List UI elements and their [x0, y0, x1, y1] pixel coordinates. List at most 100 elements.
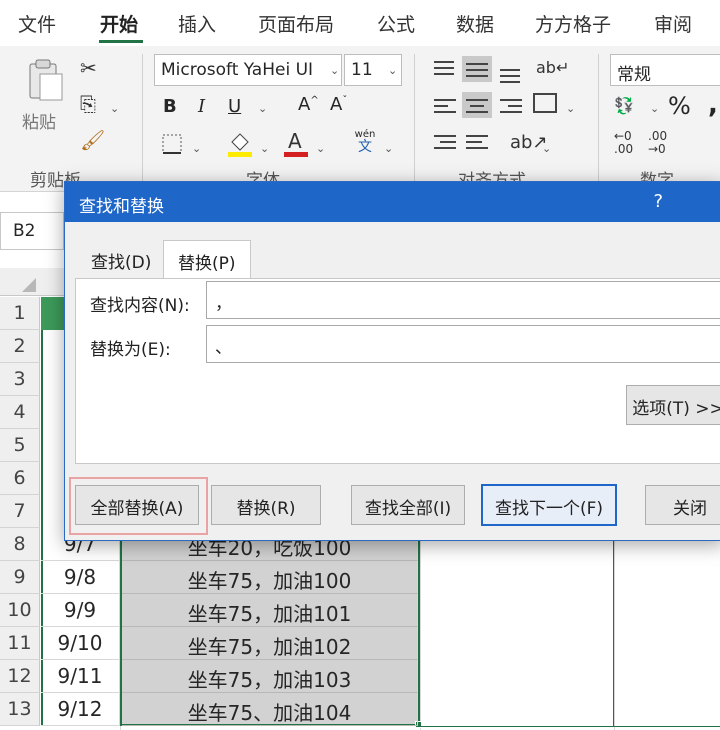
- underline-button[interactable]: U: [228, 96, 241, 117]
- cell-note[interactable]: 坐车75，加油100: [122, 561, 418, 594]
- tab-review[interactable]: 审阅: [654, 10, 692, 37]
- replace-label: 替换为(E):: [90, 340, 171, 360]
- tab-replace[interactable]: 替换(P): [163, 240, 251, 280]
- close-label: 关闭: [673, 499, 707, 519]
- find-label: 查找内容(N):: [90, 296, 190, 316]
- underline-dropdown-icon[interactable]: ⌄: [258, 102, 267, 115]
- cell-note[interactable]: 坐车75，加油102: [122, 627, 418, 660]
- wrap-text-icon[interactable]: ab↵: [536, 58, 569, 77]
- svg-text:A: A: [288, 129, 302, 153]
- active-tab-indicator: [99, 40, 143, 43]
- row-header[interactable]: 1: [0, 297, 40, 330]
- replace-all-button[interactable]: 全部替换(A): [75, 485, 199, 525]
- fill-color-icon[interactable]: [226, 128, 254, 158]
- font-name-select[interactable]: Microsoft YaHei UI: [154, 54, 342, 86]
- replace-input[interactable]: 、: [206, 325, 720, 363]
- options-button-label: 选项(T) >>: [632, 399, 720, 419]
- replace-panel: 查找内容(N): ， 替换为(E): 、 选项(T) >>: [75, 278, 720, 464]
- find-input[interactable]: ，: [206, 281, 720, 319]
- row-header[interactable]: 13: [0, 693, 40, 726]
- options-button[interactable]: 选项(T) >>: [626, 385, 720, 425]
- row-header[interactable]: 10: [0, 594, 40, 627]
- increase-font-icon[interactable]: A^: [298, 94, 319, 115]
- decrease-font-icon[interactable]: Aˇ: [330, 94, 347, 115]
- increase-decimal-icon[interactable]: ←0.00: [614, 129, 633, 156]
- tab-insert[interactable]: 插入: [178, 10, 216, 37]
- merge-dropdown-icon[interactable]: ⌄: [566, 102, 575, 115]
- percent-button[interactable]: %: [668, 92, 691, 120]
- bold-button[interactable]: B: [163, 96, 177, 117]
- name-box[interactable]: B2: [0, 212, 64, 250]
- tab-page-layout[interactable]: 页面布局: [258, 10, 334, 37]
- border-icon[interactable]: [160, 132, 184, 156]
- help-icon[interactable]: ?: [653, 191, 663, 212]
- select-all-corner[interactable]: [18, 276, 38, 294]
- phonetic-icon[interactable]: wén 文: [352, 130, 378, 155]
- cut-icon[interactable]: ✂: [80, 58, 97, 78]
- tab-file[interactable]: 文件: [18, 10, 56, 37]
- tab-find[interactable]: 查找(D): [77, 240, 165, 280]
- replace-all-label: 全部替换(A): [90, 499, 184, 519]
- replace-input-value: 、: [215, 338, 232, 358]
- ribbon: 粘贴 ✂ ⎘ ⌄ 🖌 剪贴板 Microsoft YaHei UI ⌄ 11 ⌄…: [0, 46, 720, 192]
- cell-date[interactable]: 9/12: [41, 693, 120, 726]
- orientation-dropdown-icon[interactable]: ⌄: [542, 142, 551, 155]
- cell-date[interactable]: 9/11: [41, 660, 120, 693]
- replace-button[interactable]: 替换(R): [211, 485, 321, 525]
- cell-note[interactable]: 坐车75、加油104: [122, 693, 418, 726]
- font-color-icon[interactable]: A: [282, 128, 310, 158]
- copy-icon[interactable]: ⎘: [80, 94, 96, 114]
- replace-label-btn: 替换(R): [236, 499, 296, 519]
- phonetic-dropdown-icon[interactable]: ⌄: [384, 142, 393, 155]
- number-format-value: 常规: [617, 65, 651, 85]
- tab-data[interactable]: 数据: [456, 10, 494, 37]
- dialog-title-bar[interactable]: 查找和替换 ?: [65, 182, 720, 222]
- tab-formulas[interactable]: 公式: [377, 10, 415, 37]
- row-header[interactable]: 5: [0, 429, 40, 462]
- row-header[interactable]: 3: [0, 363, 40, 396]
- find-all-button[interactable]: 查找全部(I): [351, 485, 465, 525]
- find-input-value: ，: [215, 294, 232, 314]
- find-next-button[interactable]: 查找下一个(F): [481, 484, 617, 526]
- group-divider: [414, 54, 415, 184]
- comma-style-icon[interactable]: ,: [708, 90, 718, 120]
- phonetic-char: 文: [358, 139, 372, 155]
- font-name-dropdown-icon[interactable]: ⌄: [330, 64, 339, 77]
- cell-date[interactable]: 9/10: [41, 627, 120, 660]
- cell-date[interactable]: 9/8: [41, 561, 120, 594]
- row-header[interactable]: 12: [0, 660, 40, 693]
- row-header[interactable]: 2: [0, 330, 40, 363]
- italic-button[interactable]: I: [198, 96, 205, 117]
- row-header[interactable]: 7: [0, 495, 40, 528]
- accounting-format-icon[interactable]: 💱: [614, 96, 634, 115]
- group-divider: [598, 54, 599, 184]
- row-header[interactable]: 8: [0, 528, 40, 561]
- copy-dropdown-icon[interactable]: ⌄: [110, 102, 119, 115]
- paste-button[interactable]: [22, 58, 68, 104]
- find-replace-dialog: 查找和替换 ? 查找(D) 替换(P) 查找内容(N): ， 替换为(E): 、…: [64, 181, 720, 541]
- paste-label: 粘贴: [22, 113, 56, 133]
- find-next-label: 查找下一个(F): [494, 499, 604, 519]
- row-header[interactable]: 9: [0, 561, 40, 594]
- cell-date[interactable]: 9/9: [41, 594, 120, 627]
- tab-fangfang[interactable]: 方方格子: [535, 10, 611, 37]
- font-name-value: Microsoft YaHei UI: [161, 60, 314, 80]
- paste-icon: [29, 59, 63, 101]
- font-size-dropdown-icon[interactable]: ⌄: [388, 64, 397, 77]
- font-color-dropdown-icon[interactable]: ⌄: [316, 142, 325, 155]
- number-format-select[interactable]: 常规: [610, 54, 720, 86]
- border-dropdown-icon[interactable]: ⌄: [192, 142, 201, 155]
- cell-note[interactable]: 坐车75，加油103: [122, 660, 418, 693]
- row-header[interactable]: 11: [0, 627, 40, 660]
- font-size-value: 11: [351, 60, 373, 80]
- close-button[interactable]: 关闭: [645, 485, 720, 525]
- row-header[interactable]: 6: [0, 462, 40, 495]
- group-divider: [142, 54, 143, 184]
- cell-note[interactable]: 坐车75，加油101: [122, 594, 418, 627]
- accounting-dropdown-icon[interactable]: ⌄: [650, 102, 659, 115]
- row-header[interactable]: 4: [0, 396, 40, 429]
- format-painter-icon[interactable]: 🖌: [80, 130, 105, 150]
- fill-color-dropdown-icon[interactable]: ⌄: [260, 142, 269, 155]
- tab-home[interactable]: 开始: [100, 10, 138, 37]
- decrease-decimal-icon[interactable]: .00 →0: [648, 129, 667, 156]
